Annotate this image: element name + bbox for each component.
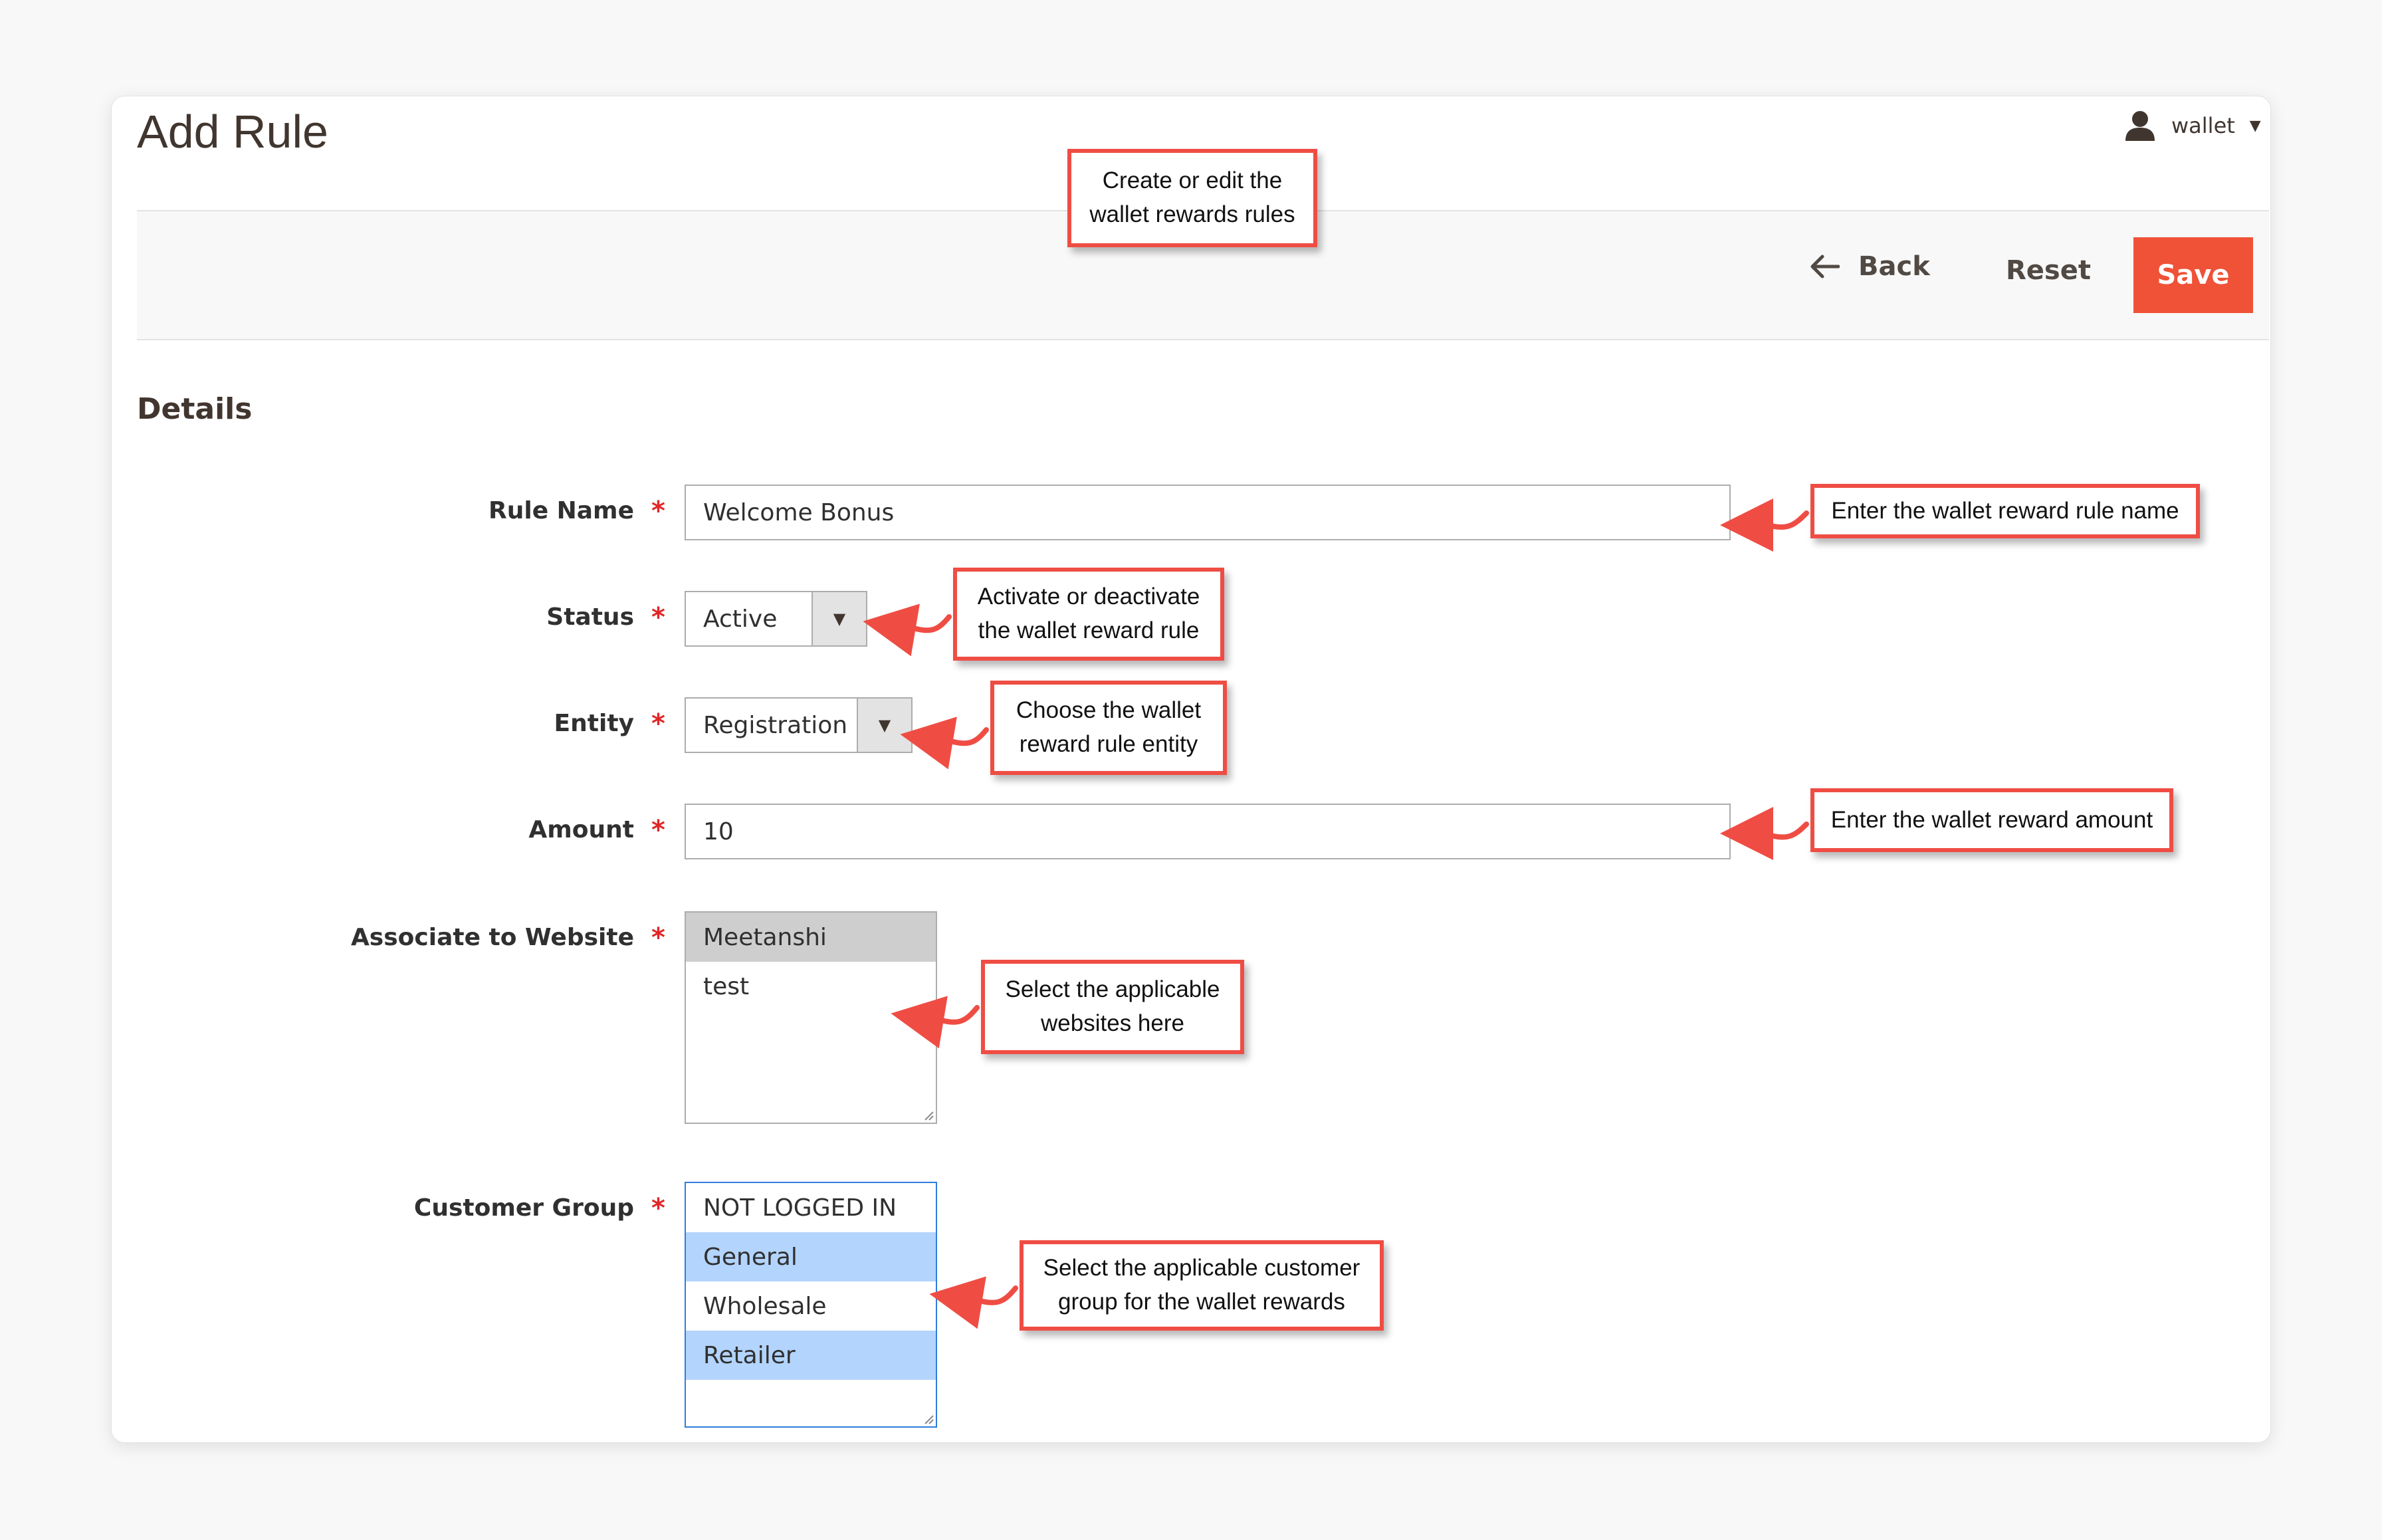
customer-group-multiselect[interactable]: NOT LOGGED IN General Wholesale Retailer bbox=[685, 1182, 937, 1428]
customer-group-option[interactable]: Wholesale bbox=[686, 1281, 936, 1331]
user-icon bbox=[2125, 111, 2155, 141]
amount-value: 10 bbox=[703, 818, 734, 845]
website-multiselect[interactable]: Meetanshi test bbox=[685, 911, 937, 1124]
required-star: * bbox=[651, 602, 665, 633]
status-select-value: Active bbox=[703, 605, 778, 633]
chevron-down-icon[interactable]: ▼ bbox=[857, 699, 911, 752]
amount-input[interactable]: 10 bbox=[685, 804, 1731, 859]
callout-rule-name-note: Enter the wallet reward rule name bbox=[1810, 484, 2200, 538]
callout-title-note: Create or edit the wallet rewards rules bbox=[1067, 149, 1317, 247]
chevron-down-icon: ▼ bbox=[2249, 117, 2261, 134]
website-option[interactable]: Meetanshi bbox=[686, 913, 936, 962]
website-option[interactable]: test bbox=[686, 962, 936, 1011]
user-name: wallet bbox=[2171, 113, 2235, 138]
entity-label: Entity bbox=[554, 710, 634, 737]
chevron-down-icon[interactable]: ▼ bbox=[812, 592, 866, 645]
entity-select-value: Registration bbox=[703, 711, 848, 739]
status-label: Status bbox=[546, 604, 634, 631]
callout-entity-note: Choose the wallet reward rule entity bbox=[990, 681, 1227, 775]
resize-handle-icon[interactable] bbox=[922, 1413, 934, 1425]
callout-customer-group-note: Select the applicable customer group for… bbox=[1020, 1240, 1384, 1331]
callout-status-note: Activate or deactivate the wallet reward… bbox=[953, 568, 1224, 661]
callout-amount-note: Enter the wallet reward amount bbox=[1810, 788, 2173, 852]
rule-name-label: Rule Name bbox=[488, 497, 634, 524]
reset-button[interactable]: Reset bbox=[2006, 255, 2091, 286]
website-label: Associate to Website bbox=[350, 924, 634, 951]
resize-handle-icon[interactable] bbox=[922, 1109, 934, 1121]
rule-name-value: Welcome Bonus bbox=[703, 498, 895, 526]
required-star: * bbox=[651, 1193, 665, 1224]
entity-select[interactable]: Registration ▼ bbox=[685, 697, 913, 753]
save-button[interactable]: Save bbox=[2133, 237, 2253, 313]
status-select[interactable]: Active ▼ bbox=[685, 591, 867, 647]
back-button-label: Back bbox=[1858, 251, 1930, 282]
back-button[interactable]: Back bbox=[1809, 251, 1930, 282]
customer-group-option[interactable]: Retailer bbox=[686, 1331, 936, 1380]
required-star: * bbox=[651, 709, 665, 739]
callout-website-note: Select the applicable websites here bbox=[981, 960, 1244, 1054]
user-menu[interactable]: wallet ▼ bbox=[2123, 109, 2261, 142]
rule-name-input[interactable]: Welcome Bonus bbox=[685, 485, 1731, 540]
customer-group-option[interactable]: General bbox=[686, 1232, 936, 1281]
customer-group-label: Customer Group bbox=[413, 1194, 634, 1222]
page-title: Add Rule bbox=[137, 106, 328, 158]
required-star: * bbox=[651, 923, 665, 953]
amount-label: Amount bbox=[528, 816, 634, 843]
customer-group-option[interactable]: NOT LOGGED IN bbox=[686, 1183, 936, 1232]
section-title-details: Details bbox=[137, 392, 253, 426]
required-star: * bbox=[651, 496, 665, 526]
required-star: * bbox=[651, 815, 665, 845]
arrow-left-icon bbox=[1810, 255, 1840, 278]
